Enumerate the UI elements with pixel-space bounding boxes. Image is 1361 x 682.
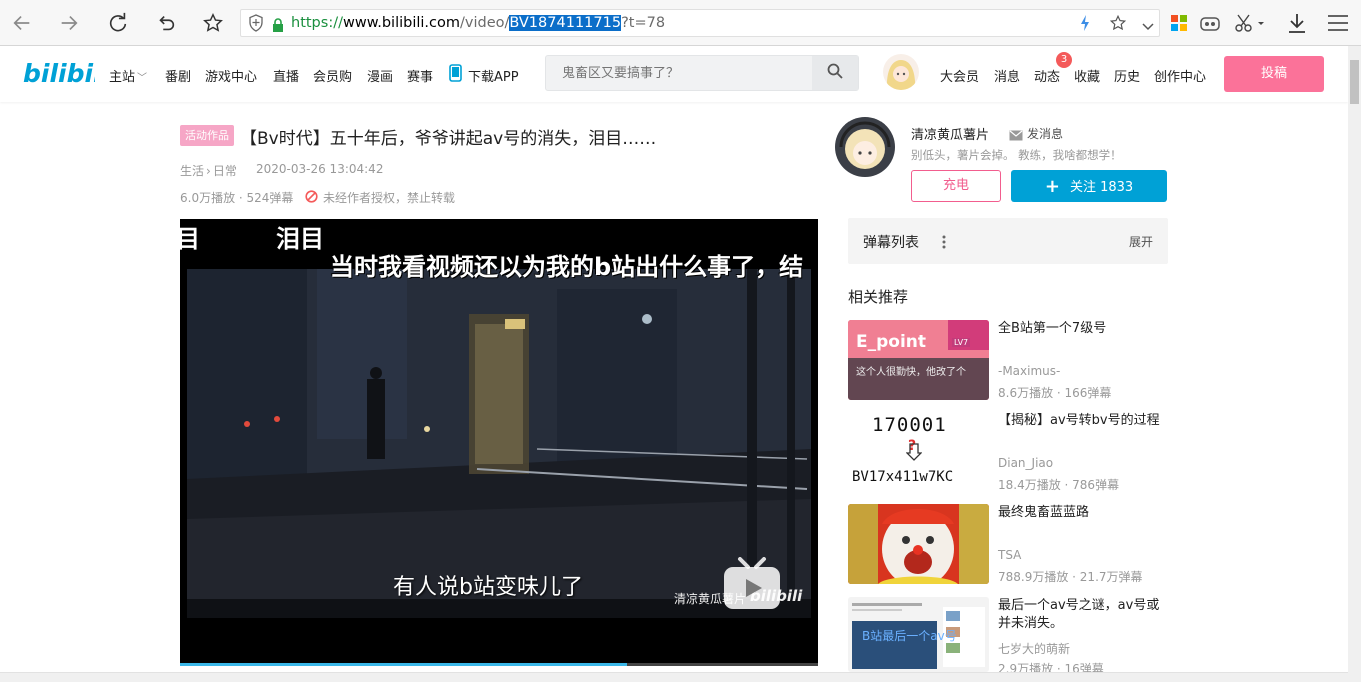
download-icon[interactable] xyxy=(1287,12,1307,38)
lock-icon xyxy=(272,15,284,41)
nav-member-shop[interactable]: 会员购 xyxy=(313,66,352,85)
level-badge: LV7 xyxy=(952,338,971,347)
favorite-star-icon[interactable] xyxy=(1109,14,1127,40)
nav-bangumi[interactable]: 番剧 xyxy=(165,66,191,85)
danmaku-comment: 泪目 xyxy=(276,225,324,253)
play-icon[interactable] xyxy=(722,557,782,615)
thumbnail-text: B站最后一个av号 xyxy=(862,629,957,643)
expand-button[interactable]: 展开 xyxy=(1129,233,1153,250)
related-thumbnail[interactable] xyxy=(848,504,989,584)
related-stats: 18.4万播放 · 786弹幕 xyxy=(998,478,1120,492)
related-title[interactable]: 全B站第一个7级号 xyxy=(998,320,1166,338)
browser-toolbar: https://www.bilibili.com/video/BV1874111… xyxy=(0,0,1361,46)
svg-text:bilibili: bilibili xyxy=(23,59,95,88)
nav-messages[interactable]: 消息 xyxy=(994,66,1020,85)
danmaku-comment: 目 xyxy=(180,225,200,253)
uploader-description: 别低头，薯片会掉。 教练，我啥都想学！ xyxy=(911,148,1122,162)
search-input[interactable] xyxy=(546,56,812,90)
video-subtitle: 有人说b站变味儿了 xyxy=(393,575,583,600)
mail-icon[interactable] xyxy=(1009,126,1023,145)
related-thumbnail[interactable]: B站最后一个av号 xyxy=(848,597,989,672)
nav-esports[interactable]: 赛事 xyxy=(407,66,433,85)
danmaku-list-title: 弹幕列表 xyxy=(863,235,919,251)
nav-manga[interactable]: 漫画 xyxy=(367,66,393,85)
related-stats: 8.6万播放 · 166弹幕 xyxy=(998,386,1112,400)
no-repost-icon xyxy=(305,188,318,207)
related-thumbnail[interactable]: 170001 ? BV17x411w7KC xyxy=(848,412,989,492)
nav-favorites[interactable]: 收藏 xyxy=(1074,66,1100,85)
breadcrumb: 生活 › 日常 xyxy=(180,164,237,178)
nav-game-center[interactable]: 游戏中心 xyxy=(205,66,257,85)
nav-vip[interactable]: 大会员 xyxy=(940,66,979,85)
vertical-scrollbar[interactable] xyxy=(1348,46,1361,682)
related-uploader[interactable]: 七岁大的萌新 xyxy=(998,640,1070,657)
related-title[interactable]: 最终鬼畜蓝蓝路 xyxy=(998,504,1166,522)
follow-label: 关注 1833 xyxy=(1069,180,1134,195)
bookmark-star-icon[interactable] xyxy=(199,9,227,37)
address-bar[interactable]: https://www.bilibili.com/video/BV1874111… xyxy=(240,9,1160,37)
extension-icon[interactable] xyxy=(1200,14,1220,36)
thumbnail-subtext: 这个人很勤快，他改了个 xyxy=(856,367,966,378)
chevron-down-icon[interactable] xyxy=(1141,16,1155,42)
upload-button[interactable]: 投稿 xyxy=(1224,56,1324,92)
publish-date: 2020-03-26 13:04:42 xyxy=(256,162,384,176)
more-menu-icon[interactable] xyxy=(1327,14,1349,36)
danmaku-comment: 当时我看视频还以为我的b站出什么事了，结 xyxy=(330,253,804,281)
nav-creator-center[interactable]: 创作中心 xyxy=(1154,66,1206,85)
nav-download-app[interactable]: 下载APP xyxy=(468,66,519,85)
apps-grid-icon[interactable] xyxy=(1171,15,1187,35)
back-icon[interactable] xyxy=(8,9,36,37)
copyright-notice: 未经作者授权，禁止转载 xyxy=(323,191,456,205)
more-vertical-icon[interactable] xyxy=(941,234,947,253)
charge-button[interactable]: 充电 xyxy=(911,170,1001,202)
category-sub-link[interactable]: 日常 xyxy=(213,164,237,178)
search-box xyxy=(545,55,859,91)
status-bar xyxy=(0,672,1348,682)
danmaku-list-panel[interactable]: 弹幕列表 展开 xyxy=(848,218,1168,264)
category-main-link[interactable]: 生活 xyxy=(180,164,204,178)
thumbnail-text: E_point xyxy=(856,332,927,352)
view-stats: 6.0万播放 · 524弹幕 xyxy=(180,191,294,205)
follow-button[interactable]: + 关注 1833 xyxy=(1011,170,1167,202)
uploader-name[interactable]: 清凉黄瓜薯片 xyxy=(911,124,989,143)
user-avatar[interactable] xyxy=(883,54,919,90)
nav-history[interactable]: 历史 xyxy=(1114,66,1140,85)
phone-icon xyxy=(449,64,462,86)
related-uploader[interactable]: -Maximus- xyxy=(998,364,1060,378)
nav-home[interactable]: 主站 ﹀ xyxy=(109,66,147,85)
progress-fill xyxy=(180,663,628,666)
related-stats: 788.9万播放 · 21.7万弹幕 xyxy=(998,570,1143,584)
thumbnail-text: BV17x411w7KC xyxy=(852,469,954,485)
shield-icon[interactable] xyxy=(248,14,264,40)
undo-icon[interactable] xyxy=(152,9,180,37)
related-title[interactable]: 【揭秘】av号转bv号的过程 xyxy=(998,412,1166,430)
send-message-link[interactable]: 发消息 xyxy=(1027,125,1063,142)
related-uploader[interactable]: Dian_Jiao xyxy=(998,456,1053,470)
bilibili-logo[interactable]: bilibili xyxy=(23,56,111,94)
arrow-down-icon xyxy=(905,443,923,465)
flash-icon[interactable] xyxy=(1079,14,1091,40)
notification-badge: 3 xyxy=(1056,52,1072,68)
related-heading: 相关推荐 xyxy=(848,288,909,306)
search-icon xyxy=(827,63,843,83)
video-frame xyxy=(187,269,811,618)
url-text[interactable]: https://www.bilibili.com/video/BV1874111… xyxy=(291,10,665,36)
site-header: bilibili 主站﹀ 番剧 游戏中心 直播 会员购 漫画 赛事 下载APP … xyxy=(0,46,1348,102)
activity-tag[interactable]: 活动作品 xyxy=(180,125,234,146)
uploader-avatar[interactable] xyxy=(833,115,897,179)
related-title[interactable]: 最后一个av号之谜，av号或并未消失。 xyxy=(998,597,1166,633)
video-player[interactable]: 目 泪目 当时我看视频还以为我的b站出什么事了，结 有人说b站变味儿了 清凉黄瓜… xyxy=(180,219,818,666)
nav-live[interactable]: 直播 xyxy=(273,66,299,85)
progress-bar[interactable] xyxy=(180,663,818,666)
scrollbar-thumb[interactable] xyxy=(1350,60,1359,104)
refresh-icon[interactable] xyxy=(104,9,132,37)
related-uploader[interactable]: TSA xyxy=(998,548,1021,562)
nav-dynamic[interactable]: 动态 xyxy=(1034,66,1060,85)
scissors-icon[interactable] xyxy=(1234,13,1264,37)
video-title: 【Bv时代】五十年后，爷爷讲起av号的消失，泪目…… xyxy=(240,129,657,149)
thumbnail-text: 170001 xyxy=(872,414,947,436)
related-thumbnail[interactable]: E_point LV7 这个人很勤快，他改了个 xyxy=(848,320,989,400)
search-button[interactable] xyxy=(812,56,858,90)
forward-icon[interactable] xyxy=(55,9,83,37)
